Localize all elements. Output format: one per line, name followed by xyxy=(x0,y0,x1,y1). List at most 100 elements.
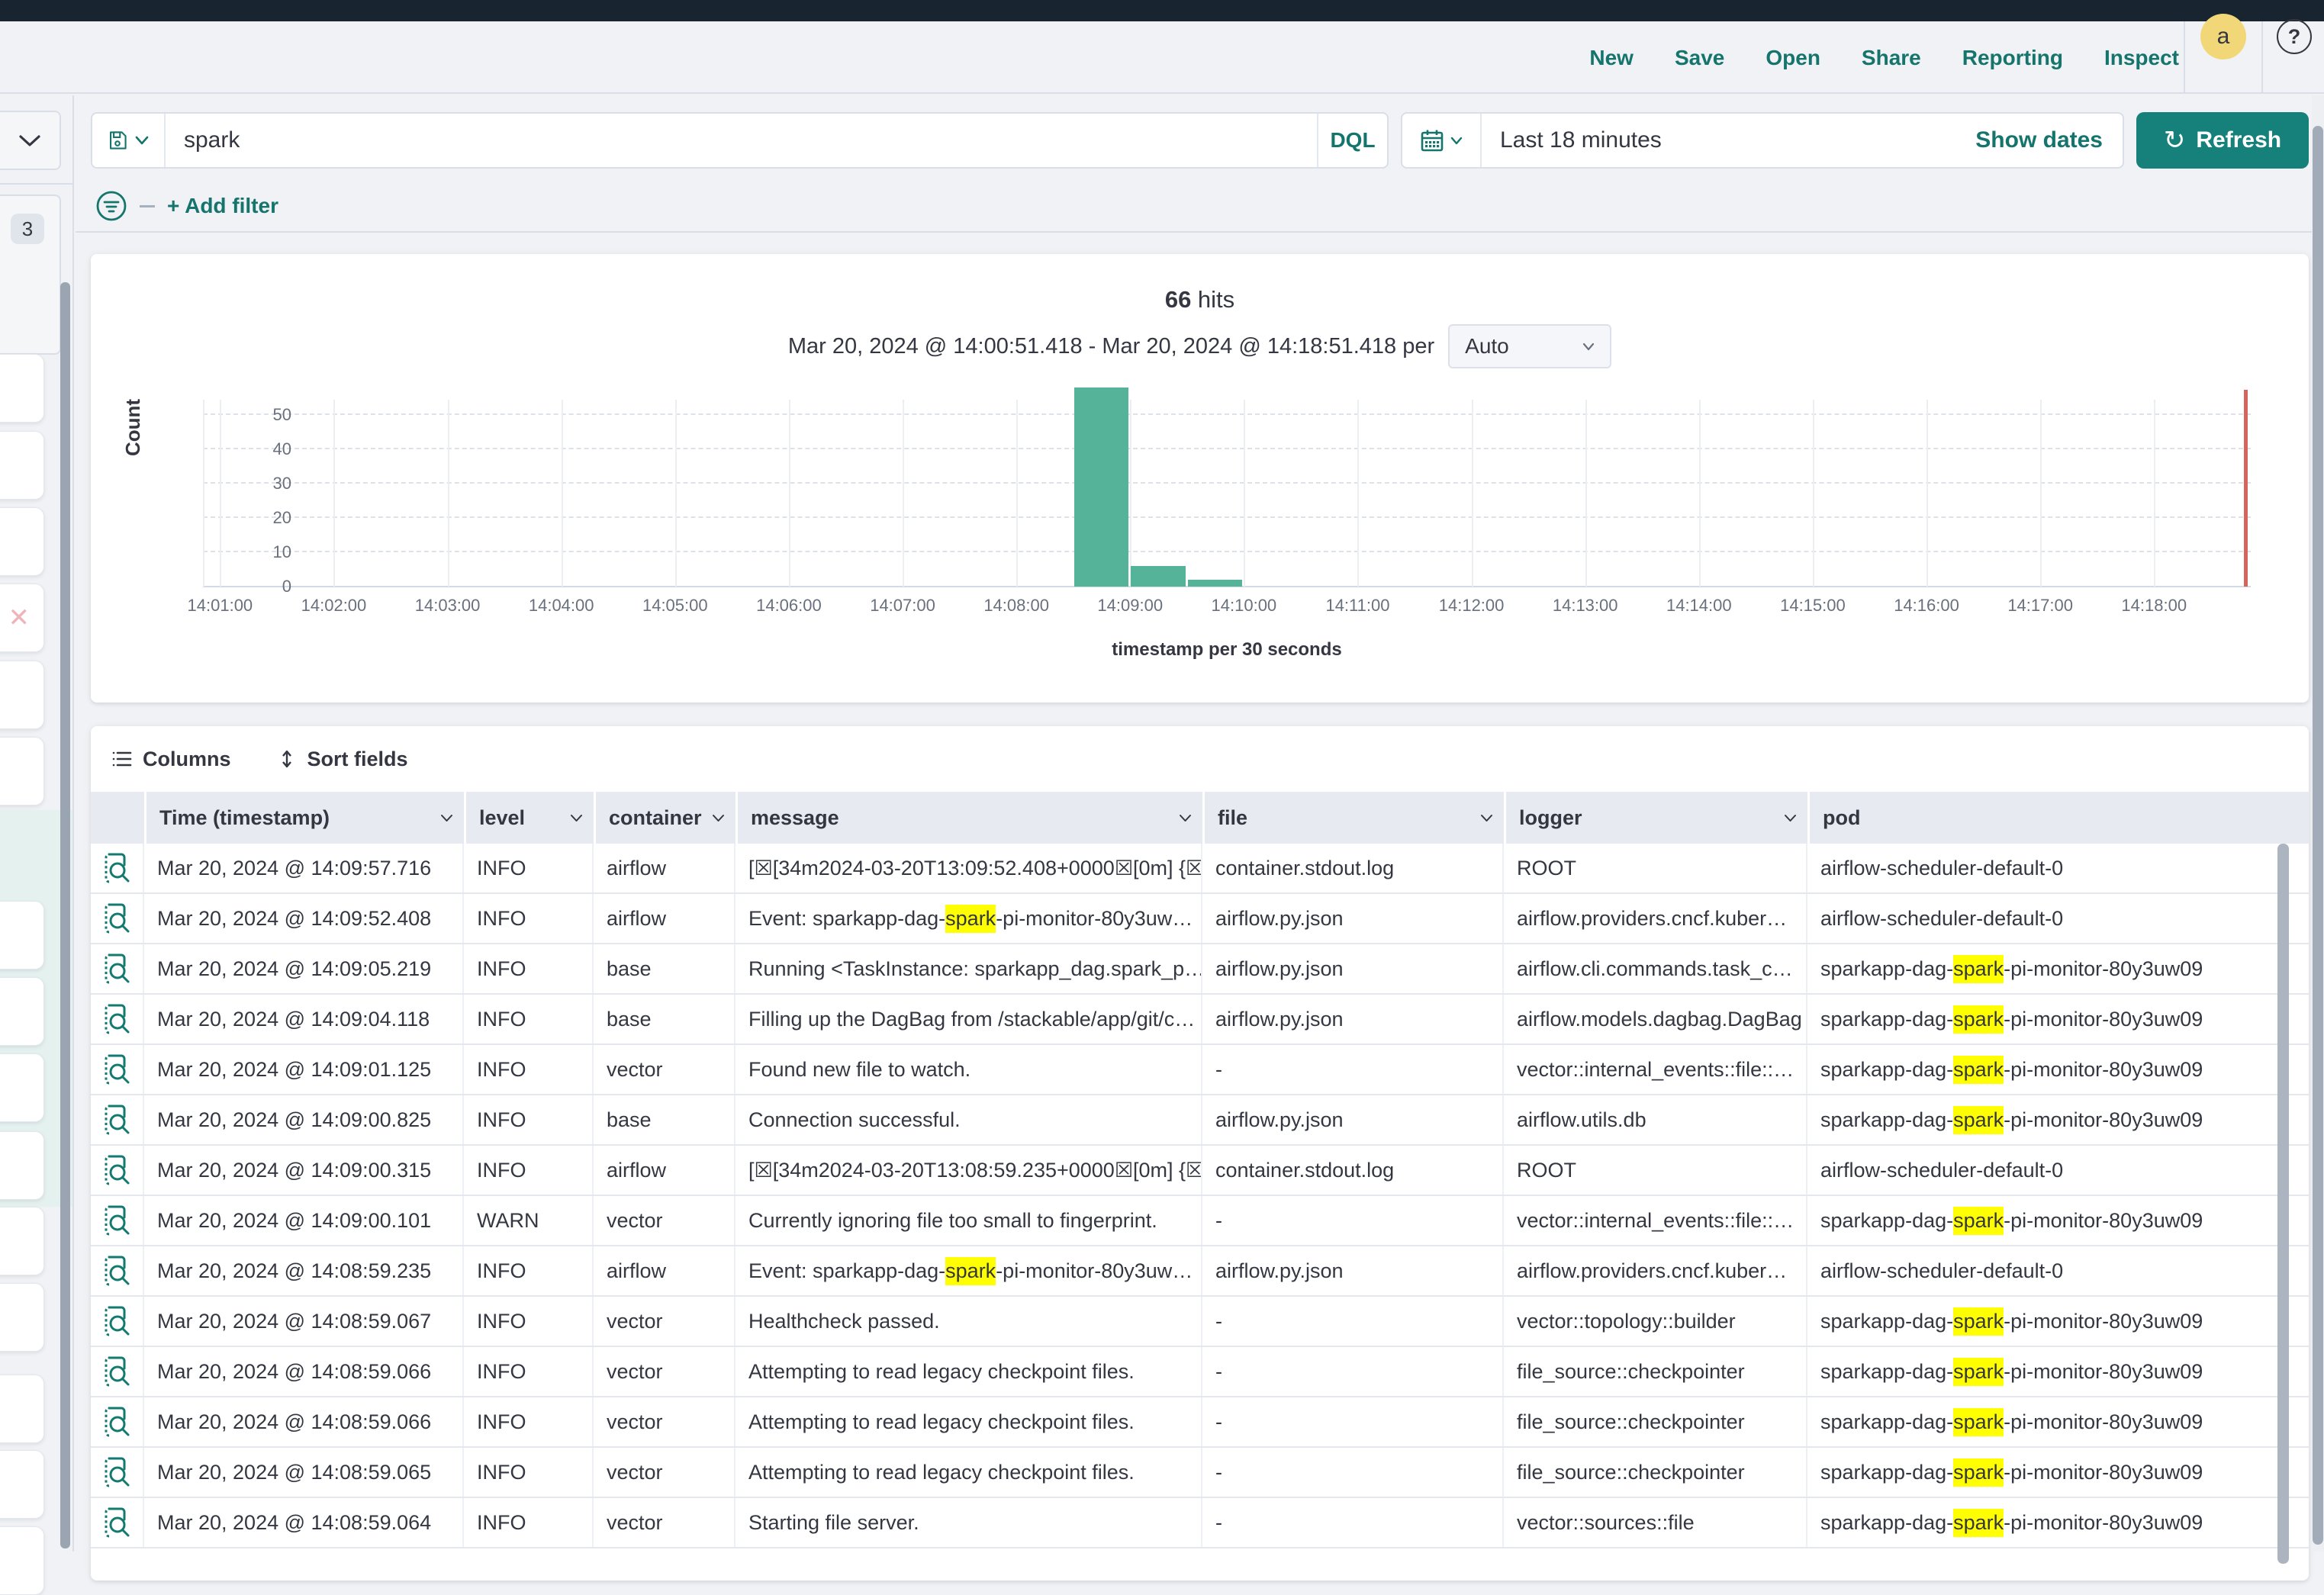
field-item[interactable] xyxy=(0,1053,44,1122)
topnav-link-inspect[interactable]: Inspect xyxy=(2104,46,2179,70)
expand-document-button[interactable] xyxy=(91,1095,144,1144)
time-cell: Mar 20, 2024 @ 14:08:59.067 xyxy=(144,1297,464,1346)
column-menu-chevron-icon[interactable] xyxy=(712,814,725,822)
top-menu: New Save Open Share Reporting Inspect xyxy=(1589,21,2179,94)
expand-document-button[interactable] xyxy=(91,844,144,892)
level-cell: INFO xyxy=(464,894,594,943)
pod-cell: sparkapp-dag-spark-pi-monitor-80y3uw09 xyxy=(1807,1498,2309,1547)
dql-language-button[interactable]: DQL xyxy=(1317,114,1387,167)
expand-document-button[interactable] xyxy=(91,1246,144,1295)
calendar-icon xyxy=(1420,128,1444,153)
filter-icon[interactable] xyxy=(95,190,127,222)
expand-document-button[interactable] xyxy=(91,944,144,993)
field-item[interactable] xyxy=(0,661,44,729)
logger-cell: vector::internal_events::file::… xyxy=(1504,1196,1807,1245)
column-menu-chevron-icon[interactable] xyxy=(570,814,583,822)
x-tick-label: 14:13:00 xyxy=(1532,596,1639,616)
table-row: Mar 20, 2024 @ 14:09:01.125INFOvectorFou… xyxy=(91,1045,2309,1095)
date-picker: Last 18 minutes Show dates xyxy=(1401,112,2124,169)
topnav-link-share[interactable]: Share xyxy=(1862,46,1921,70)
field-item[interactable] xyxy=(0,1526,44,1595)
logger-cell: file_source::checkpointer xyxy=(1504,1397,1807,1446)
x-tick-label: 14:10:00 xyxy=(1190,596,1297,616)
table-header-file[interactable]: file xyxy=(1202,792,1504,844)
hits-label: hits xyxy=(1191,286,1234,313)
table-header-pod[interactable]: pod xyxy=(1807,792,2309,844)
sidebar-collapse-button[interactable] xyxy=(0,111,61,170)
topnav-link-new[interactable]: New xyxy=(1589,46,1634,70)
column-menu-chevron-icon[interactable] xyxy=(1480,814,1493,822)
date-quick-select-button[interactable] xyxy=(1402,114,1482,167)
histogram-chart[interactable]: 0102030405014:01:0014:02:0014:03:0014:04… xyxy=(203,378,2251,587)
column-menu-chevron-icon[interactable] xyxy=(1784,814,1797,822)
expand-document-button[interactable] xyxy=(91,1347,144,1396)
query-input[interactable]: spark xyxy=(166,127,1317,153)
expand-document-button[interactable] xyxy=(91,1045,144,1094)
expand-document-button[interactable] xyxy=(91,1448,144,1497)
field-item[interactable] xyxy=(0,901,44,970)
field-item[interactable] xyxy=(0,354,44,423)
table-header-level[interactable]: level xyxy=(464,792,594,844)
table-header-container[interactable]: container xyxy=(594,792,736,844)
column-menu-chevron-icon[interactable] xyxy=(1179,814,1192,822)
header-divider xyxy=(2184,21,2185,94)
logger-cell: airflow.providers.cncf.kuber… xyxy=(1504,894,1807,943)
help-icon[interactable]: ? xyxy=(2277,19,2312,54)
expand-document-button[interactable] xyxy=(91,1146,144,1195)
remove-field-icon[interactable]: ✕ xyxy=(8,603,31,633)
page-scrollbar[interactable] xyxy=(2313,126,2323,1545)
avatar[interactable]: a xyxy=(2200,14,2246,59)
topnav-link-open[interactable]: Open xyxy=(1766,46,1820,70)
table-row: Mar 20, 2024 @ 14:08:59.065INFOvectorAtt… xyxy=(91,1448,2309,1498)
histogram-bar[interactable] xyxy=(1074,387,1129,587)
table-header-message[interactable]: message xyxy=(736,792,1202,844)
columns-button[interactable]: Columns xyxy=(112,748,231,771)
interval-select[interactable]: Auto xyxy=(1448,324,1611,368)
expand-document-button[interactable] xyxy=(91,894,144,943)
refresh-button[interactable]: ↻ Refresh xyxy=(2136,112,2309,169)
table-header-row: Time (timestamp)levelcontainermessagefil… xyxy=(91,792,2309,844)
show-dates-button[interactable]: Show dates xyxy=(1975,127,2123,153)
topnav-link-reporting[interactable]: Reporting xyxy=(1962,46,2063,70)
field-item[interactable] xyxy=(0,507,44,576)
sidebar-scrollbar[interactable] xyxy=(60,282,70,1548)
x-gridline xyxy=(675,400,677,587)
table-scrollbar[interactable] xyxy=(2277,844,2289,1564)
x-gridline xyxy=(903,400,904,587)
field-item[interactable] xyxy=(0,1131,44,1200)
field-item[interactable]: ✕ xyxy=(0,584,44,652)
field-item[interactable] xyxy=(0,977,44,1046)
message-cell: [☒[34m2024-03-20T13:08:59.235+0000☒[0m] … xyxy=(736,1146,1202,1195)
container-cell: base xyxy=(594,1095,736,1144)
x-tick-label: 14:04:00 xyxy=(508,596,615,616)
topnav-link-save[interactable]: Save xyxy=(1675,46,1724,70)
saved-query-menu-button[interactable] xyxy=(92,114,166,167)
sort-fields-button[interactable]: Sort fields xyxy=(277,748,408,771)
table-header-time-timestamp-[interactable]: Time (timestamp) xyxy=(144,792,464,844)
time-range-value[interactable]: Last 18 minutes xyxy=(1482,127,1975,153)
field-item[interactable] xyxy=(0,1207,44,1275)
expand-document-button[interactable] xyxy=(91,995,144,1044)
x-tick-label: 14:14:00 xyxy=(1646,596,1753,616)
x-tick-label: 14:02:00 xyxy=(280,596,387,616)
field-item[interactable] xyxy=(0,1283,44,1352)
file-cell: airflow.py.json xyxy=(1202,944,1504,993)
expand-document-button[interactable] xyxy=(91,1196,144,1245)
field-item[interactable] xyxy=(0,431,44,500)
table-header-logger[interactable]: logger xyxy=(1504,792,1807,844)
column-menu-chevron-icon[interactable] xyxy=(440,814,453,822)
expand-document-button[interactable] xyxy=(91,1397,144,1446)
histogram-bar[interactable] xyxy=(1131,566,1186,587)
expand-document-button[interactable] xyxy=(91,1498,144,1547)
field-item[interactable] xyxy=(0,1450,44,1519)
field-item[interactable] xyxy=(0,1375,44,1443)
add-filter-button[interactable]: + Add filter xyxy=(167,194,278,218)
message-cell: Event: sparkapp-dag-spark-pi-monitor-80y… xyxy=(736,894,1202,943)
field-item[interactable] xyxy=(0,737,44,806)
logger-cell: vector::topology::builder xyxy=(1504,1297,1807,1346)
inspect-document-icon xyxy=(103,1154,130,1186)
histogram-bar[interactable] xyxy=(1188,580,1243,587)
chevron-down-icon xyxy=(1450,137,1463,145)
expand-document-button[interactable] xyxy=(91,1297,144,1346)
container-cell: vector xyxy=(594,1448,736,1497)
